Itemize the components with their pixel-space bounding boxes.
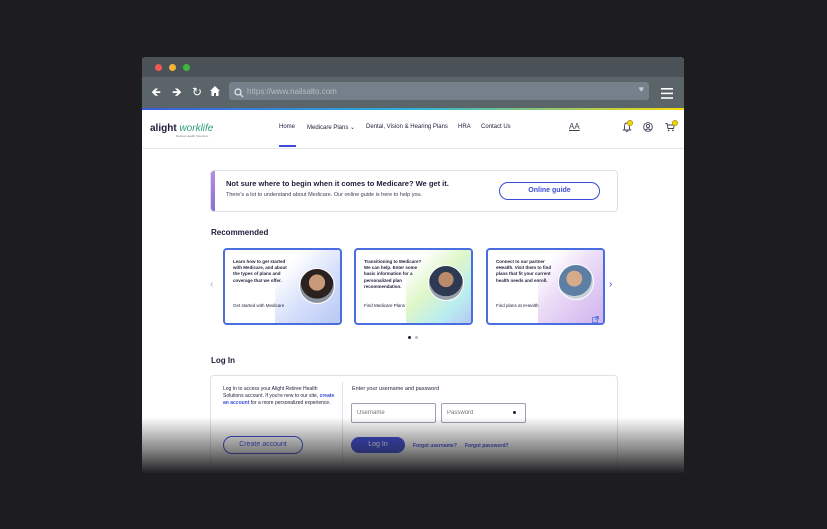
- username-input[interactable]: [357, 408, 422, 418]
- nav-medicare-plans[interactable]: Medicare Plans ⌄: [307, 124, 355, 131]
- recommended-card-ehealth[interactable]: Connect to our partner eHealth. Visit th…: [486, 248, 605, 325]
- logo-brand: alight: [150, 123, 177, 134]
- external-link-icon: [592, 310, 599, 323]
- title-bar: [142, 57, 684, 77]
- recommended-card-get-started[interactable]: Learn how to get started with Medicare, …: [223, 248, 342, 325]
- login-divider: [342, 382, 343, 468]
- forgot-password-link[interactable]: Forgot password?: [465, 443, 509, 449]
- browser-window: 🡸 🡺 ↻ ♥ alight worklife Retiree Health S…: [142, 57, 684, 473]
- carousel-page-dot-2[interactable]: [415, 336, 418, 339]
- login-description-text-end: for a more personalized experience.: [249, 400, 331, 406]
- back-arrow-icon[interactable]: 🡸: [149, 85, 163, 99]
- banner-accent-bar: [211, 171, 215, 211]
- notification-badge: [627, 120, 633, 126]
- forward-arrow-icon[interactable]: 🡺: [170, 85, 184, 99]
- login-description: Log In to access your Alight Retiree Hea…: [223, 386, 335, 407]
- text-size-button[interactable]: AA: [569, 122, 580, 131]
- online-guide-button[interactable]: Online guide: [499, 182, 600, 200]
- home-icon[interactable]: [208, 85, 222, 99]
- maximize-window-button[interactable]: [183, 64, 190, 71]
- nav-contact-us[interactable]: Contact Us: [481, 124, 511, 130]
- reload-icon[interactable]: ↻: [190, 85, 204, 99]
- card-text: Learn how to get started with Medicare, …: [233, 259, 287, 283]
- minimize-window-button[interactable]: [169, 64, 176, 71]
- close-window-button[interactable]: [155, 64, 162, 71]
- nav-hra[interactable]: HRA: [458, 124, 471, 130]
- card-photo: [299, 268, 335, 304]
- logo-product: worklife: [179, 123, 214, 134]
- card-link[interactable]: Find Medicare Plans: [364, 303, 405, 308]
- card-link[interactable]: Get started with Medicare: [233, 303, 284, 308]
- heart-icon[interactable]: ♥: [639, 84, 644, 94]
- search-icon: [234, 85, 244, 103]
- address-bar[interactable]: ♥: [229, 82, 649, 100]
- password-input[interactable]: [447, 408, 512, 418]
- browser-toolbar: 🡸 🡺 ↻ ♥: [142, 77, 684, 108]
- user-icon[interactable]: [643, 122, 653, 134]
- show-password-icon[interactable]: [513, 411, 516, 414]
- card-text: Transitioning to Medicare? We can help. …: [364, 259, 422, 289]
- forgot-username-link[interactable]: Forgot username?: [413, 443, 457, 449]
- card-link[interactable]: Find plans at eHealth: [496, 303, 539, 308]
- url-input[interactable]: [247, 84, 617, 98]
- chevron-down-icon: ⌄: [350, 125, 356, 131]
- login-prompt: Enter your username and password: [352, 386, 440, 392]
- recommended-title: Recommended: [211, 228, 269, 237]
- banner-description: There's a lot to understand about Medica…: [226, 192, 423, 198]
- logo-subtitle: Retiree Health Solutions: [176, 134, 209, 138]
- login-title: Log In: [211, 356, 235, 365]
- cart-badge: [672, 120, 678, 126]
- card-photo: [428, 265, 464, 301]
- recommended-card-find-plans[interactable]: Transitioning to Medicare? We can help. …: [354, 248, 473, 325]
- carousel-prev-icon[interactable]: ‹: [210, 279, 213, 290]
- nav-dental-vision-hearing[interactable]: Dental, Vision & Hearing Plans: [366, 124, 448, 130]
- password-field[interactable]: [441, 403, 526, 423]
- username-field[interactable]: [351, 403, 436, 423]
- login-button[interactable]: Log In: [351, 437, 405, 453]
- card-text: Connect to our partner eHealth. Visit th…: [496, 259, 552, 283]
- medicare-guide-banner: Not sure where to begin when it comes to…: [210, 170, 618, 212]
- alight-worklife-logo[interactable]: alight worklife Retiree Health Solutions: [150, 123, 214, 138]
- nav-active-indicator: [279, 145, 296, 147]
- carousel-page-dot-1[interactable]: [408, 336, 411, 339]
- hamburger-menu-icon[interactable]: [661, 86, 673, 104]
- login-description-text: Log In to access your Alight Retiree Hea…: [223, 386, 320, 399]
- nav-home[interactable]: Home: [279, 124, 295, 130]
- site-header: alight worklife Retiree Health Solutions…: [142, 110, 684, 149]
- banner-title: Not sure where to begin when it comes to…: [226, 179, 449, 188]
- nav-medicare-plans-label: Medicare Plans: [307, 125, 349, 131]
- card-photo: [558, 264, 594, 300]
- create-account-button[interactable]: Create account: [223, 436, 303, 454]
- carousel-next-icon[interactable]: ›: [609, 279, 612, 290]
- login-panel: Log In to access your Alight Retiree Hea…: [210, 375, 618, 473]
